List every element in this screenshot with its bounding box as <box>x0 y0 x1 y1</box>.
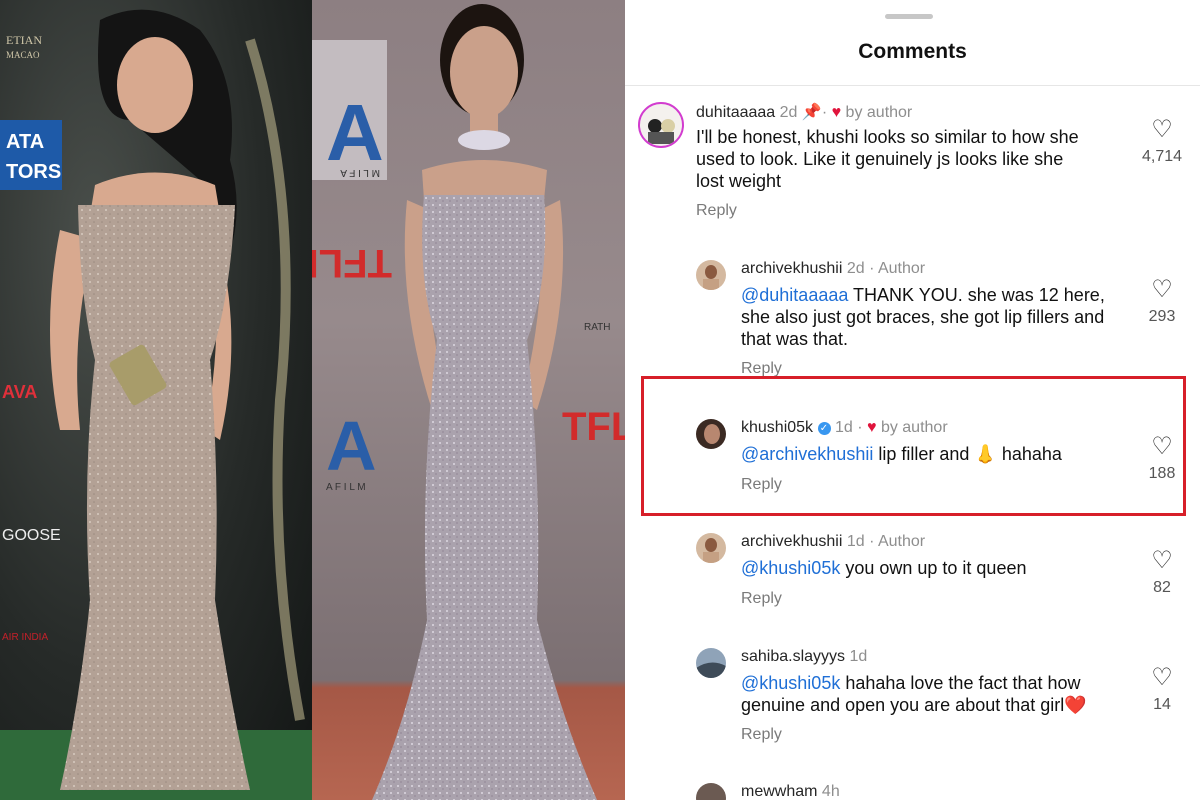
comment-item: archivekhushii 1d · Author @khushi05k yo… <box>625 529 1200 619</box>
like-button[interactable]: ♡ 293 <box>1132 278 1192 326</box>
mention-link[interactable]: @duhitaaaaa <box>741 285 848 305</box>
comment-meta: archivekhushii 2d · Author <box>741 260 926 277</box>
comment-body: you own up to it queen <box>845 558 1027 578</box>
sign-etian: ETIAN <box>6 33 42 47</box>
heart-emoji: ❤️ <box>1064 695 1087 715</box>
timestamp: 2d <box>779 104 798 121</box>
sheet-grab-handle[interactable] <box>885 14 933 19</box>
comment-text: @khushi05k hahaha love the fact that how… <box>741 672 1131 716</box>
like-count: 4,714 <box>1141 148 1183 165</box>
avatar[interactable] <box>638 102 684 148</box>
like-button[interactable]: ♡ 14 <box>1132 666 1192 714</box>
heart-outline-icon[interactable]: ♡ <box>1132 278 1192 302</box>
timestamp: 1d <box>849 648 868 665</box>
comment-meta: archivekhushii 1d · Author <box>741 533 926 550</box>
mention-link[interactable]: @khushi05k <box>741 558 840 578</box>
sign-ata: ATA <box>6 131 44 153</box>
comment-text: I'll be honest, khushi looks so similar … <box>696 127 1079 191</box>
comment-meta: sahiba.slayyys 1d <box>741 648 867 666</box>
photo-right-illustration: A M L I F A TFLIX RATH TFLIX A A F I L M <box>312 4 625 800</box>
sign-airindia: AIR INDIA <box>2 632 48 643</box>
sheet-title: Comments <box>858 40 967 63</box>
heart-outline-icon[interactable]: ♡ <box>1132 666 1192 690</box>
highlight-box <box>641 376 1186 516</box>
sign-netflix-left: TFLIX <box>312 241 392 285</box>
like-button[interactable]: ♡ 82 <box>1132 549 1192 597</box>
like-count: 14 <box>1153 696 1171 713</box>
username[interactable]: mewwham <box>741 783 817 800</box>
heart-outline-icon[interactable]: ♡ <box>1132 118 1192 142</box>
like-count: 293 <box>1148 308 1176 325</box>
author-badge: Author <box>877 533 926 550</box>
sign-tors: TORS <box>6 161 61 183</box>
timestamp: 2d <box>846 260 865 277</box>
photo-right: A M L I F A TFLIX RATH TFLIX A A F I L M <box>312 0 625 800</box>
reply-button[interactable]: Reply <box>741 726 782 744</box>
header-divider <box>625 85 1200 86</box>
sign-netflix-right: TFLIX <box>562 405 625 449</box>
photo-left: ETIAN MACAO ATA TORS AVA GOOSE AIR INDIA <box>0 0 312 800</box>
like-button[interactable]: ♡ 4,714 <box>1132 118 1192 166</box>
reply-button[interactable]: Reply <box>741 360 782 376</box>
sign-film-top: M L I F A <box>340 167 380 178</box>
pin-icon: 📌 <box>801 104 822 121</box>
comment-item: mewwham 4h <box>625 779 1200 800</box>
username[interactable]: duhitaaaaa <box>696 104 775 121</box>
comment-item: duhitaaaaa 2d 📌· ♥ by author I'll be hon… <box>625 98 1200 238</box>
sign-ava: AVA <box>2 382 37 402</box>
sign-macao: MACAO <box>6 50 40 60</box>
sign-film-bottom: A F I L M <box>326 482 366 493</box>
sign-a-top: A <box>326 88 384 177</box>
timestamp: 1d <box>846 533 865 550</box>
comment-text: @duhitaaaaa THANK YOU. she was 12 here, … <box>741 284 1131 350</box>
photo-left-illustration: ETIAN MACAO ATA TORS AVA GOOSE AIR INDIA <box>0 9 312 800</box>
avatar[interactable] <box>696 648 726 678</box>
author-badge: Author <box>877 260 926 277</box>
comment-meta: mewwham 4h <box>741 783 840 800</box>
sign-a-bottom: A <box>326 407 377 485</box>
timestamp: 4h <box>821 783 840 800</box>
avatar[interactable] <box>696 260 726 290</box>
like-count: 82 <box>1153 579 1171 596</box>
mention-link[interactable]: @khushi05k <box>741 673 840 693</box>
sign-goose: GOOSE <box>2 527 61 544</box>
reply-button[interactable]: Reply <box>696 202 737 220</box>
comment-meta: duhitaaaaa 2d 📌· ♥ by author <box>696 104 913 121</box>
heart-outline-icon[interactable]: ♡ <box>1132 549 1192 573</box>
comment-text: @khushi05k you own up to it queen <box>741 557 1131 579</box>
username[interactable]: sahiba.slayyys <box>741 648 845 665</box>
avatar[interactable] <box>696 783 726 800</box>
heart-filled-icon: ♥ <box>831 104 842 121</box>
sign-rath: RATH <box>584 322 610 333</box>
username[interactable]: archivekhushii <box>741 533 842 550</box>
reply-button[interactable]: Reply <box>741 590 782 608</box>
avatar[interactable] <box>696 533 726 563</box>
username[interactable]: archivekhushii <box>741 260 842 277</box>
comment-item: sahiba.slayyys 1d @khushi05k hahaha love… <box>625 644 1200 754</box>
comment-item: archivekhushii 2d · Author @duhitaaaaa T… <box>625 256 1200 376</box>
liked-by-label: by author <box>845 104 913 121</box>
